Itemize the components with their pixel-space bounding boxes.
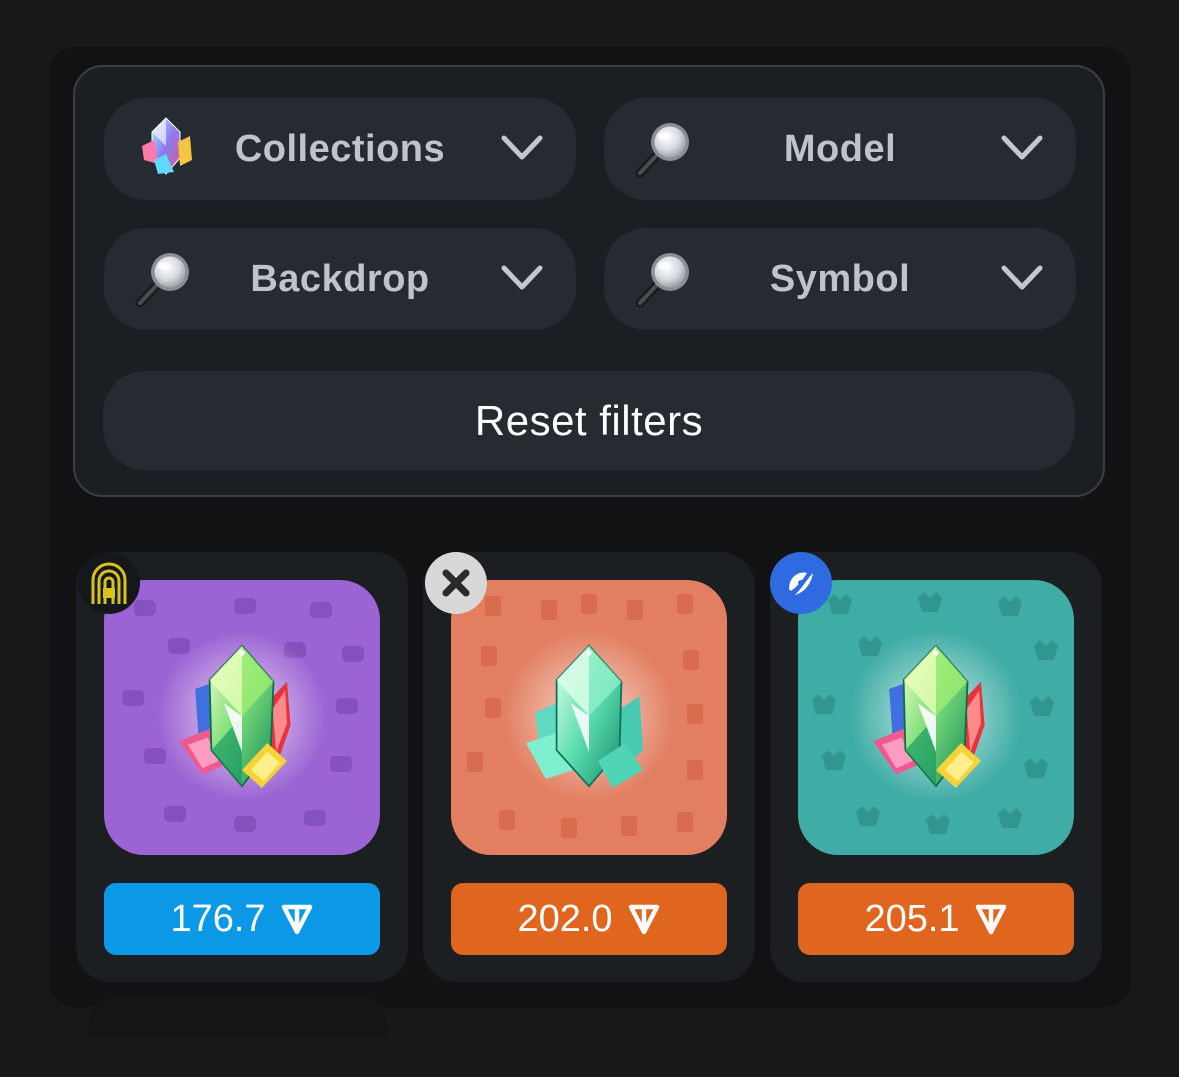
reset-filters-button[interactable]: Reset filters	[103, 371, 1075, 470]
x-badge	[425, 552, 487, 614]
gift-image	[104, 580, 380, 855]
collections-dropdown[interactable]: Collections	[104, 98, 576, 200]
symbol-dropdown[interactable]: Symbol	[604, 228, 1076, 330]
price-button[interactable]: 176.7	[104, 883, 380, 955]
gift-image	[798, 580, 1074, 855]
magnifier-icon	[632, 120, 696, 180]
gift-card[interactable]: 202.0	[423, 552, 755, 982]
backdrop-label: Backdrop	[250, 257, 430, 300]
gift-card[interactable]: 205.1	[770, 552, 1102, 982]
price-value: 205.1	[864, 897, 960, 940]
collections-label: Collections	[234, 127, 446, 170]
backdrop-dropdown[interactable]: Backdrop	[104, 228, 576, 330]
next-card-peek	[88, 996, 388, 1036]
price-value: 202.0	[517, 897, 613, 940]
price-button[interactable]: 205.1	[798, 883, 1074, 955]
model-label: Model	[783, 127, 897, 170]
chevron-down-icon	[500, 262, 544, 294]
chevron-down-icon	[500, 132, 544, 164]
ton-icon	[280, 902, 314, 936]
magnifier-icon	[132, 250, 196, 310]
chevron-down-icon	[1000, 132, 1044, 164]
ton-icon	[627, 902, 661, 936]
chevron-down-icon	[1000, 262, 1044, 294]
magnifier-icon	[632, 250, 696, 310]
gem-cluster-icon	[142, 117, 192, 175]
gift-image	[451, 580, 727, 855]
model-dropdown[interactable]: Model	[604, 98, 1076, 200]
fingerprint-lock-badge	[78, 552, 140, 614]
price-button[interactable]: 202.0	[451, 883, 727, 955]
price-value: 176.7	[170, 897, 266, 940]
gift-card[interactable]: 176.7	[76, 552, 408, 982]
symbol-label: Symbol	[769, 257, 911, 300]
ton-icon	[974, 902, 1008, 936]
leaf-badge	[770, 552, 832, 614]
